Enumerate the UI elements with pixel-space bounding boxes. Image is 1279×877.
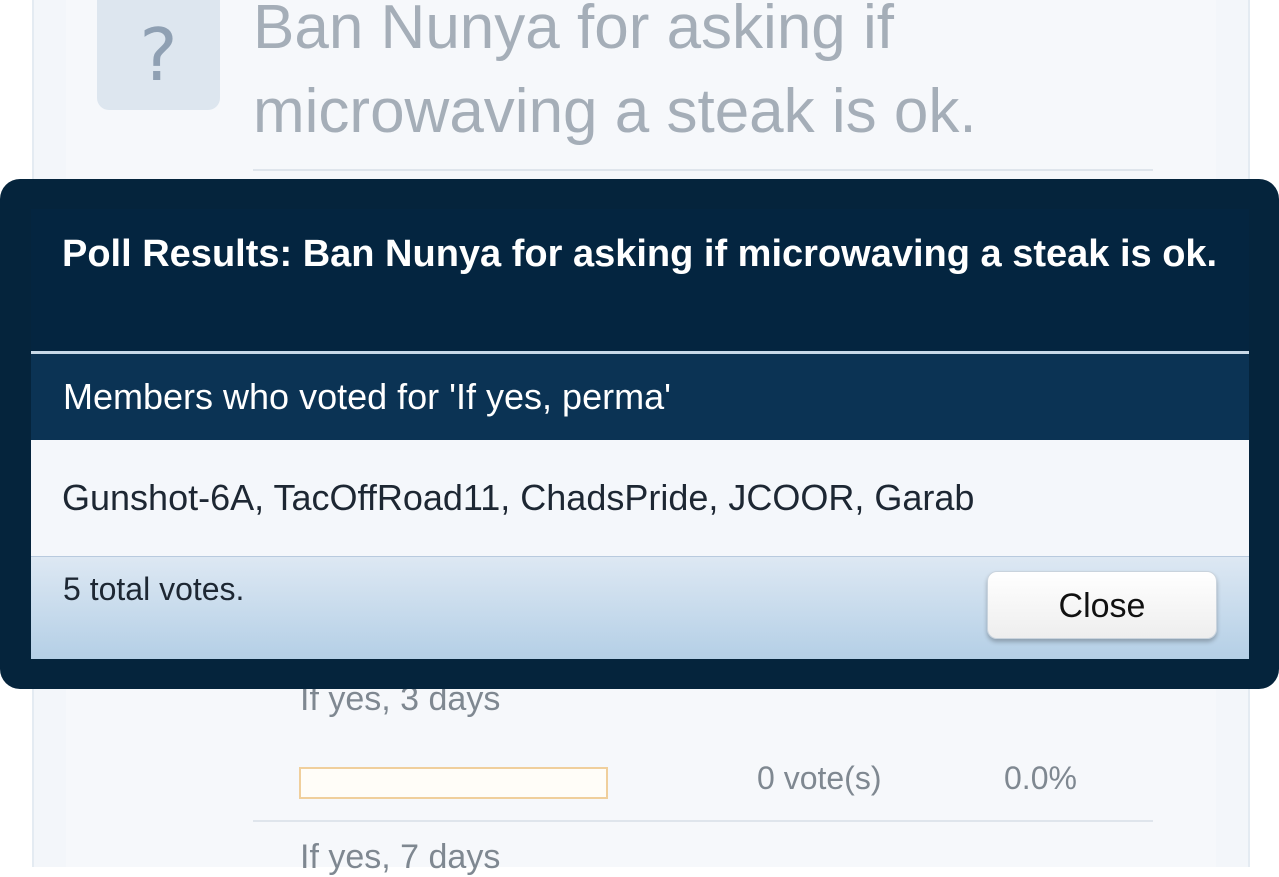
voter-list: Gunshot-6A, TacOffRoad11, ChadsPride, JC… [31, 440, 1249, 556]
poll-option-label: If yes, 7 days [300, 838, 501, 876]
close-button[interactable]: Close [987, 571, 1217, 639]
thread-title: Ban Nunya for asking if microwaving a st… [253, 0, 977, 146]
dialog-title: Poll Results: Ban Nunya for asking if mi… [31, 209, 1249, 354]
poll-option-votes[interactable]: 0 vote(s) [757, 760, 881, 797]
poll-results-dialog: Poll Results: Ban Nunya for asking if mi… [31, 209, 1249, 659]
poll-option-bar [299, 767, 608, 799]
question-icon: ? [97, 0, 220, 110]
poll-results-dialog-overlay: Poll Results: Ban Nunya for asking if mi… [0, 179, 1279, 689]
total-votes: 5 total votes. [63, 571, 245, 607]
dialog-footer: 5 total votes. Close [31, 556, 1249, 659]
voters-subheader: Members who voted for 'If yes, perma' [31, 354, 1249, 440]
divider [253, 820, 1153, 822]
poll-option-percent: 0.0% [1004, 760, 1077, 796]
divider [253, 169, 1153, 171]
